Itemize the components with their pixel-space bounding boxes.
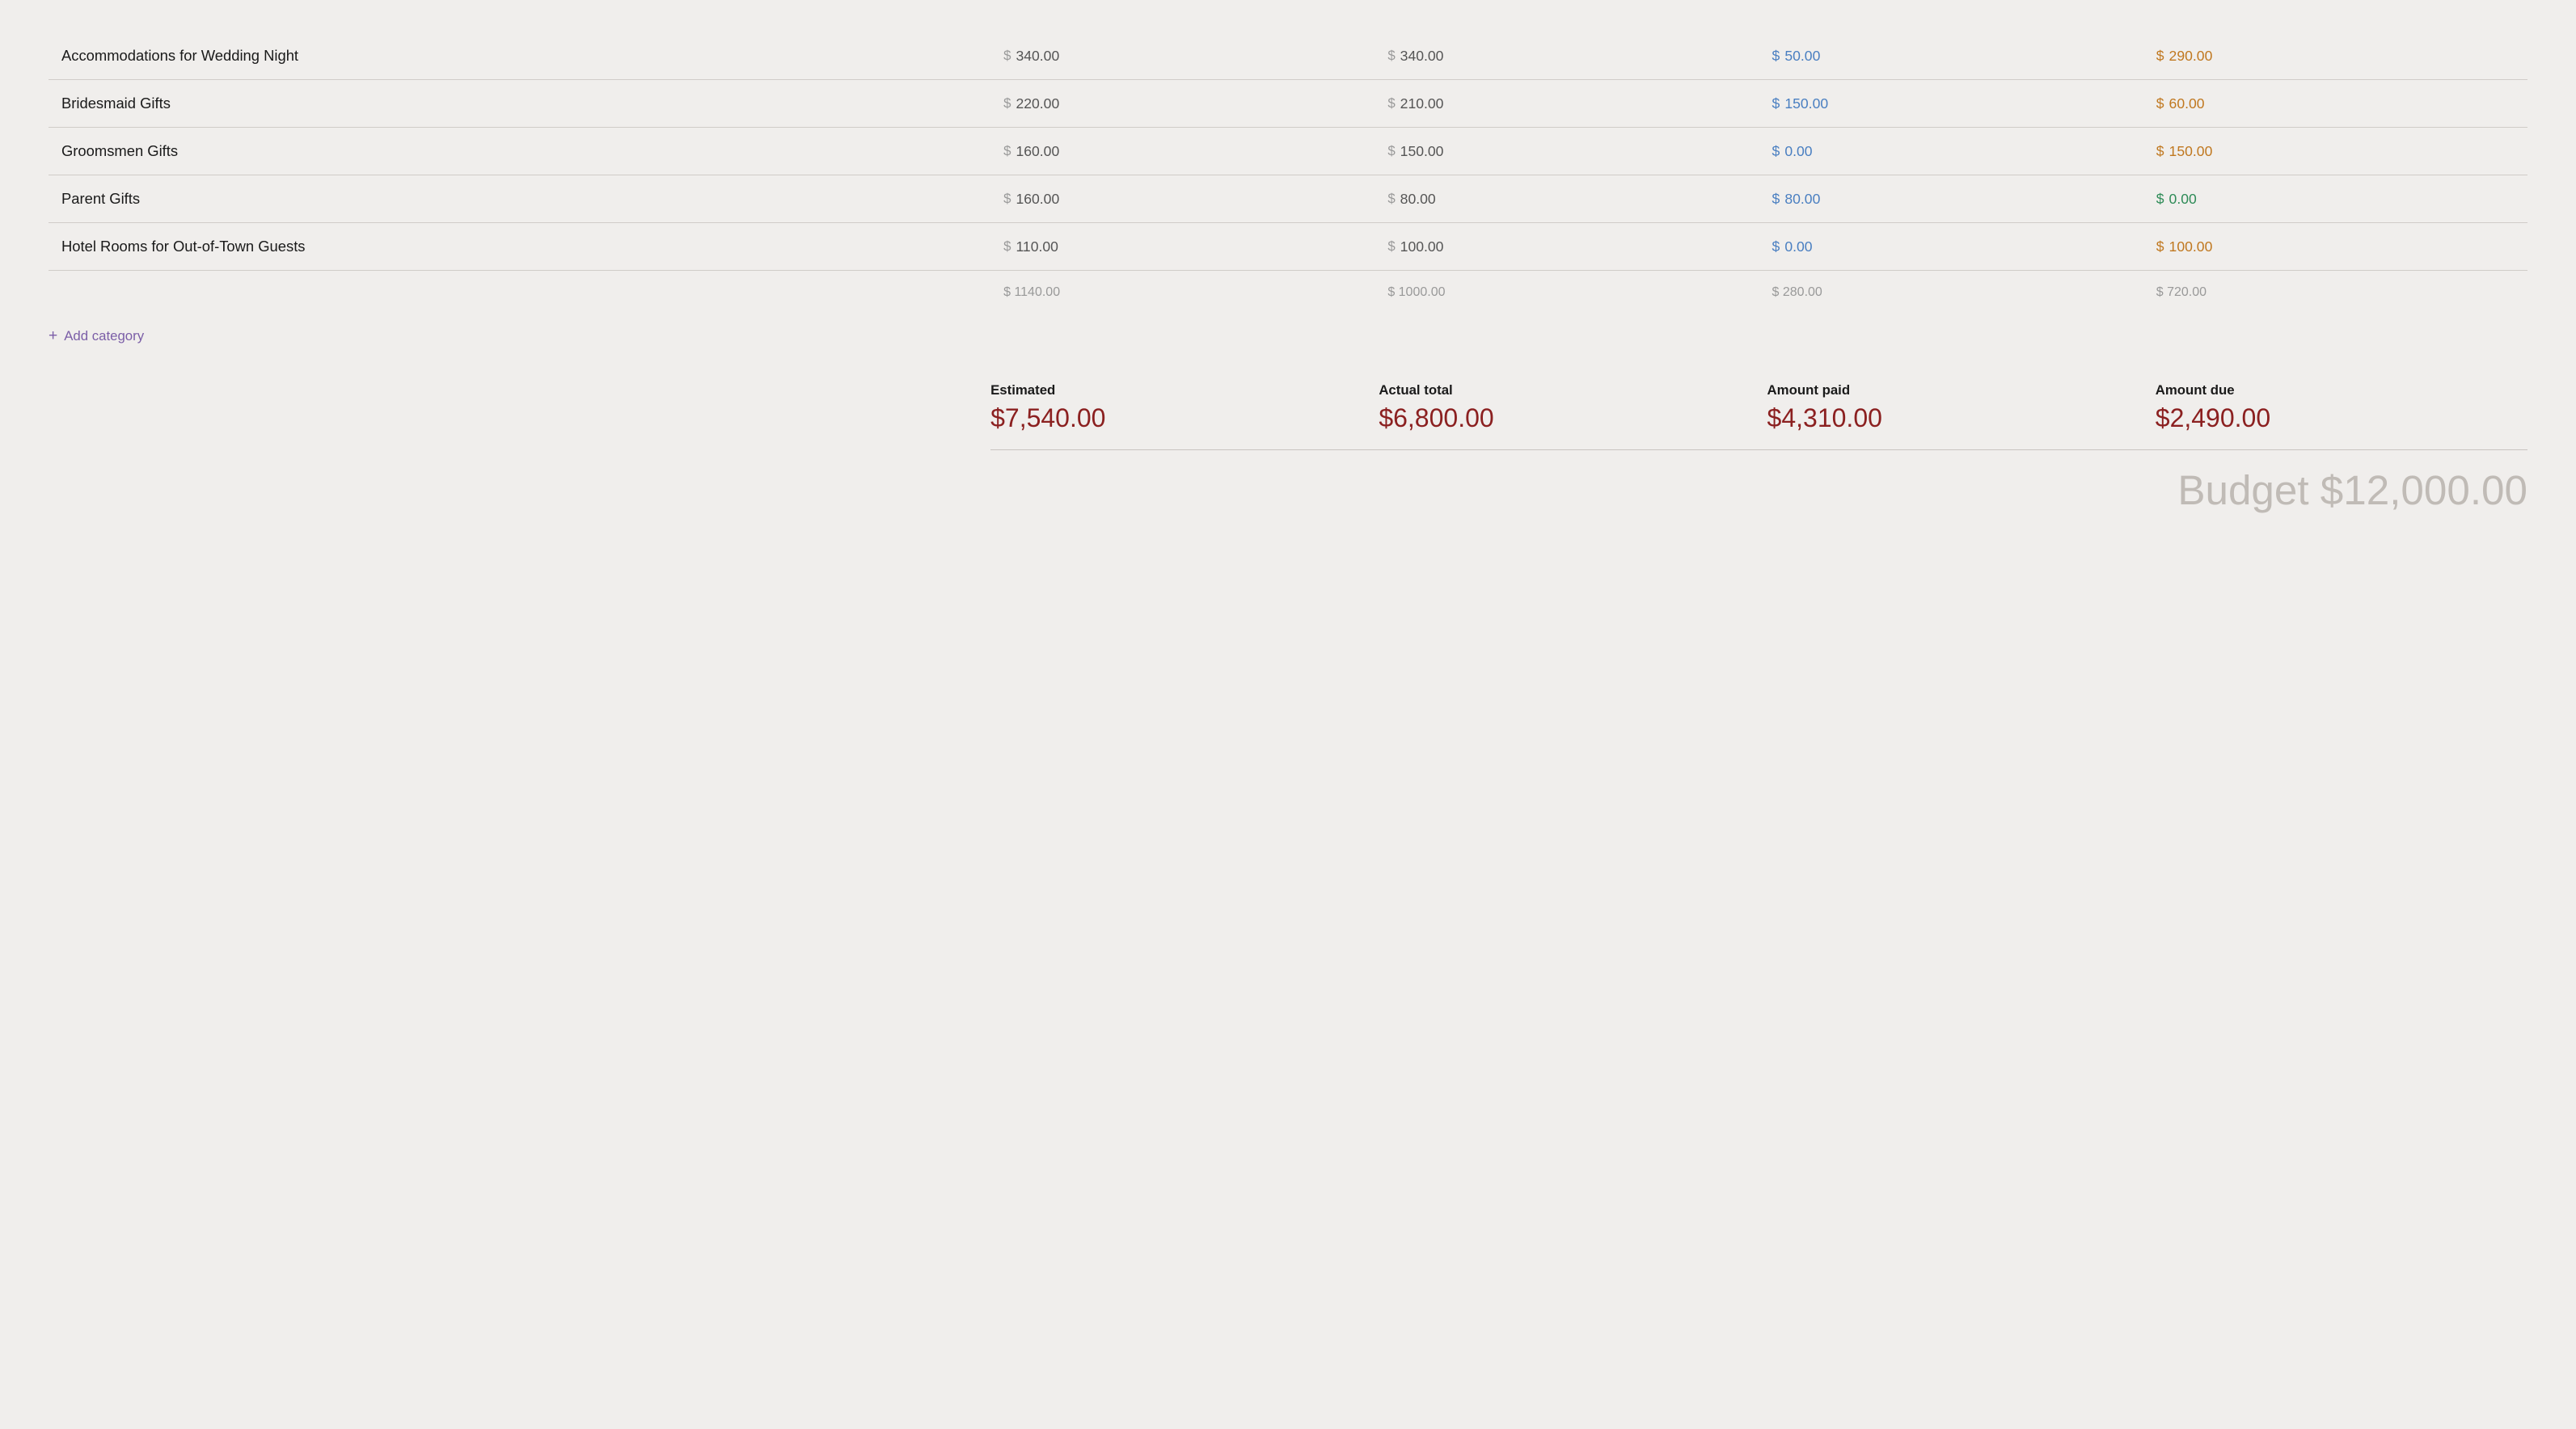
row-due: $ 0.00 [2143, 175, 2527, 223]
due-label: Amount due [2156, 382, 2527, 398]
row-paid: $ 0.00 [1759, 128, 2143, 175]
total-actual: $ 1000.00 [1375, 271, 1759, 315]
table-row: Parent Gifts $ 160.00 $ 80.00 $ 80.00 [49, 175, 2527, 223]
row-actual: $ 150.00 [1375, 128, 1759, 175]
summary-paid: Amount paid $4,310.00 [1767, 382, 2139, 433]
budget-total-section: Budget $12,000.00 [49, 466, 2527, 514]
paid-value: $4,310.00 [1767, 403, 2139, 433]
table-row: Hotel Rooms for Out-of-Town Guests $ 110… [49, 223, 2527, 271]
row-due: $ 60.00 [2143, 80, 2527, 128]
dollar-icon: $ [1003, 143, 1011, 159]
due-value: $2,490.00 [2156, 403, 2527, 433]
totals-empty [49, 271, 990, 315]
estimated-amount: 220.00 [1016, 95, 1059, 112]
summary-estimated: Estimated $7,540.00 [990, 382, 1362, 433]
estimated-amount: 340.00 [1016, 48, 1059, 65]
summary-divider [990, 449, 2527, 450]
dollar-icon: $ [1387, 238, 1395, 255]
estimated-value: $7,540.00 [990, 403, 1362, 433]
row-due: $ 100.00 [2143, 223, 2527, 271]
due-dollar-icon: $ [2156, 191, 2164, 208]
summary-section: Estimated $7,540.00 Actual total $6,800.… [49, 382, 2527, 433]
paid-amount: 0.00 [1784, 143, 1812, 160]
dollar-icon: $ [1387, 95, 1395, 112]
dollar-icon: $ [1003, 95, 1011, 112]
due-amount: 290.00 [2169, 48, 2213, 65]
dollar-icon: $ [1387, 48, 1395, 64]
actual-value: $6,800.00 [1379, 403, 1750, 433]
budget-total-label: Budget $12,000.00 [2177, 467, 2527, 513]
table-row: Accommodations for Wedding Night $ 340.0… [49, 32, 2527, 80]
paid-amount: 0.00 [1784, 238, 1812, 255]
row-actual: $ 210.00 [1375, 80, 1759, 128]
row-paid: $ 0.00 [1759, 223, 2143, 271]
table-row: Groomsmen Gifts $ 160.00 $ 150.00 $ 0.00 [49, 128, 2527, 175]
row-name: Accommodations for Wedding Night [49, 32, 990, 80]
due-amount: 150.00 [2169, 143, 2213, 160]
row-estimated: $ 160.00 [990, 128, 1375, 175]
due-amount: 60.00 [2169, 95, 2205, 112]
due-dollar-icon: $ [2156, 238, 2164, 255]
row-estimated: $ 220.00 [990, 80, 1375, 128]
dollar-icon: $ [1003, 238, 1011, 255]
estimated-amount: 160.00 [1016, 143, 1059, 160]
total-estimated: $ 1140.00 [990, 271, 1375, 315]
estimated-amount: 160.00 [1016, 191, 1059, 208]
summary-actual: Actual total $6,800.00 [1379, 382, 1750, 433]
row-name: Hotel Rooms for Out-of-Town Guests [49, 223, 990, 271]
row-due: $ 290.00 [2143, 32, 2527, 80]
actual-amount: 150.00 [1400, 143, 1444, 160]
actual-amount: 100.00 [1400, 238, 1444, 255]
row-estimated: $ 160.00 [990, 175, 1375, 223]
row-due: $ 150.00 [2143, 128, 2527, 175]
add-category-button[interactable]: + Add category [49, 327, 144, 345]
summary-due: Amount due $2,490.00 [2156, 382, 2527, 433]
row-paid: $ 150.00 [1759, 80, 2143, 128]
row-name: Bridesmaid Gifts [49, 80, 990, 128]
actual-amount: 210.00 [1400, 95, 1444, 112]
row-estimated: $ 110.00 [990, 223, 1375, 271]
actual-amount: 80.00 [1400, 191, 1436, 208]
due-dollar-icon: $ [2156, 143, 2164, 160]
paid-dollar-icon: $ [1772, 143, 1780, 160]
dollar-icon: $ [1387, 143, 1395, 159]
total-due: $ 720.00 [2143, 271, 2527, 315]
paid-amount: 80.00 [1784, 191, 1820, 208]
paid-dollar-icon: $ [1772, 95, 1780, 112]
plus-icon: + [49, 327, 57, 345]
add-category-label: Add category [64, 328, 144, 344]
estimated-amount: 110.00 [1016, 238, 1058, 255]
row-actual: $ 100.00 [1375, 223, 1759, 271]
row-paid: $ 50.00 [1759, 32, 2143, 80]
totals-row: $ 1140.00 $ 1000.00 $ 280.00 $ 720.00 [49, 271, 2527, 315]
table-row: Bridesmaid Gifts $ 220.00 $ 210.00 $ 150… [49, 80, 2527, 128]
row-estimated: $ 340.00 [990, 32, 1375, 80]
paid-amount: 50.00 [1784, 48, 1820, 65]
paid-amount: 150.00 [1784, 95, 1828, 112]
paid-label: Amount paid [1767, 382, 2139, 398]
paid-dollar-icon: $ [1772, 48, 1780, 65]
due-dollar-icon: $ [2156, 95, 2164, 112]
row-actual: $ 340.00 [1375, 32, 1759, 80]
estimated-label: Estimated [990, 382, 1362, 398]
actual-label: Actual total [1379, 382, 1750, 398]
dollar-icon: $ [1003, 191, 1011, 207]
row-name: Groomsmen Gifts [49, 128, 990, 175]
row-actual: $ 80.00 [1375, 175, 1759, 223]
summary-grid: Estimated $7,540.00 Actual total $6,800.… [990, 382, 2527, 433]
row-paid: $ 80.00 [1759, 175, 2143, 223]
paid-dollar-icon: $ [1772, 191, 1780, 208]
total-paid: $ 280.00 [1759, 271, 2143, 315]
due-amount: 0.00 [2169, 191, 2197, 208]
dollar-icon: $ [1387, 191, 1395, 207]
paid-dollar-icon: $ [1772, 238, 1780, 255]
budget-table: Accommodations for Wedding Night $ 340.0… [49, 32, 2527, 314]
due-dollar-icon: $ [2156, 48, 2164, 65]
due-amount: 100.00 [2169, 238, 2213, 255]
dollar-icon: $ [1003, 48, 1011, 64]
actual-amount: 340.00 [1400, 48, 1444, 65]
row-name: Parent Gifts [49, 175, 990, 223]
